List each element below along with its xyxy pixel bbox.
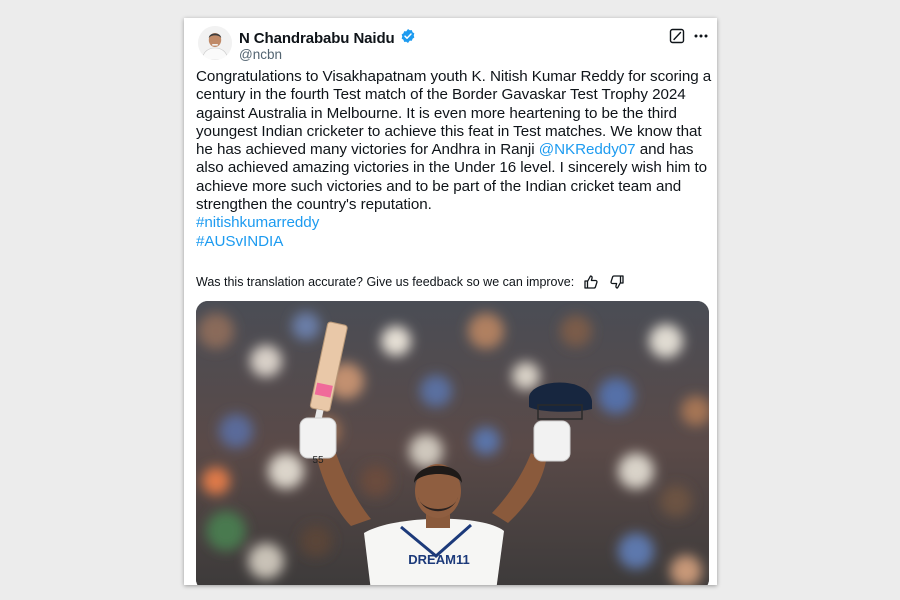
post-text: Congratulations to Visakhapatnam youth K… bbox=[196, 68, 714, 251]
author-handle[interactable]: @ncbn bbox=[239, 47, 282, 62]
grok-icon[interactable] bbox=[668, 27, 686, 45]
svg-text:DREAM11: DREAM11 bbox=[408, 552, 469, 567]
translation-feedback: Was this translation accurate? Give us f… bbox=[196, 273, 626, 291]
post-card: N Chandrababu Naidu @ncbn Congratulation… bbox=[184, 18, 717, 585]
post-image[interactable]: 55 DREAM11 bbox=[196, 301, 709, 585]
more-options-icon[interactable] bbox=[692, 27, 710, 45]
translation-feedback-prompt: Was this translation accurate? Give us f… bbox=[196, 275, 575, 289]
hashtag-link[interactable]: #AUSvINDIA bbox=[196, 233, 714, 251]
verified-badge-icon bbox=[400, 28, 416, 49]
thumbs-down-icon[interactable] bbox=[608, 273, 626, 291]
avatar[interactable] bbox=[198, 26, 232, 60]
thumbs-up-icon[interactable] bbox=[582, 273, 600, 291]
hashtag-link[interactable]: #nitishkumarreddy bbox=[196, 214, 714, 232]
mention-link[interactable]: @NKReddy07 bbox=[539, 141, 636, 158]
svg-text:55: 55 bbox=[312, 455, 324, 466]
author-name-row[interactable]: N Chandrababu Naidu bbox=[239, 28, 416, 49]
author-name[interactable]: N Chandrababu Naidu bbox=[239, 30, 395, 47]
